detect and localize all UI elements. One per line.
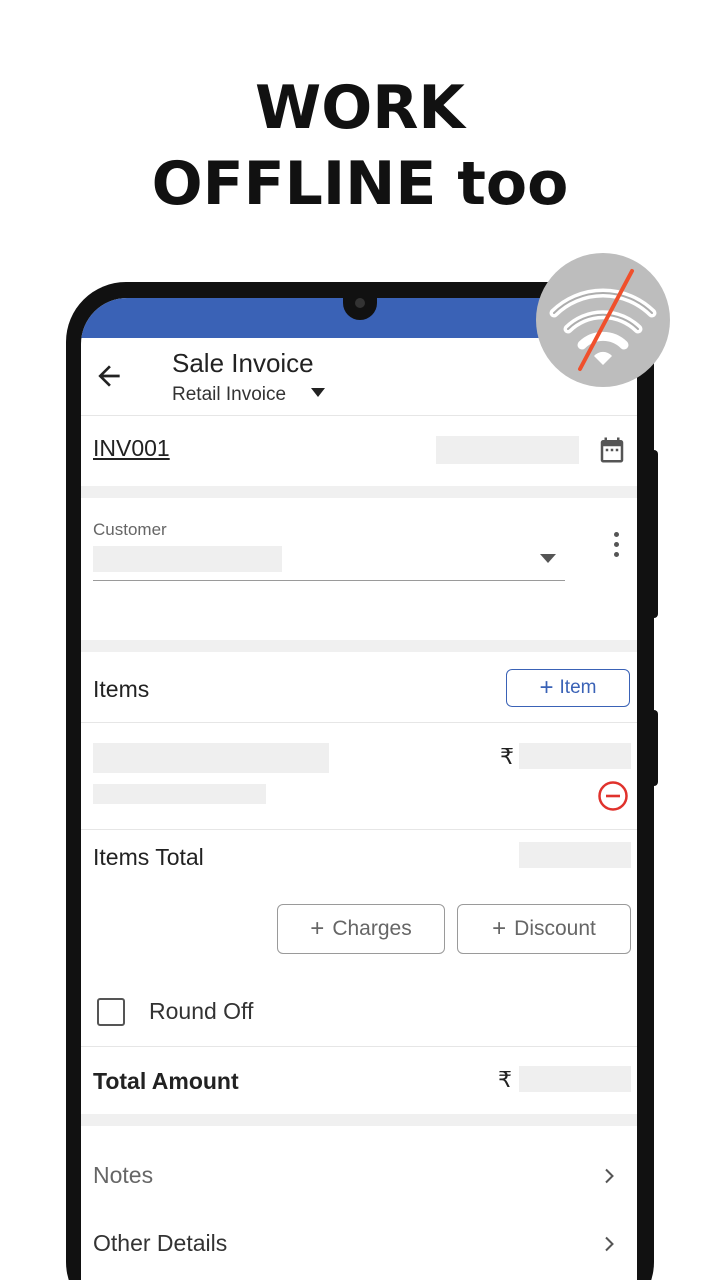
row-divider bbox=[81, 722, 637, 723]
promo-headline: WORK OFFLINE too bbox=[0, 70, 720, 222]
chevron-down-icon[interactable] bbox=[540, 554, 556, 563]
add-charges-button[interactable]: + Charges bbox=[277, 904, 445, 954]
row-divider bbox=[81, 1046, 637, 1047]
add-item-button[interactable]: + Item bbox=[506, 669, 630, 707]
add-item-label: Item bbox=[559, 677, 597, 698]
caret-down-icon[interactable] bbox=[311, 388, 325, 397]
customer-field[interactable] bbox=[93, 546, 282, 572]
round-off-label[interactable]: Round Off bbox=[149, 998, 253, 1025]
chevron-right-icon bbox=[605, 1168, 614, 1184]
notes-label: Notes bbox=[93, 1162, 154, 1188]
promo-line-2: OFFLINE too bbox=[151, 149, 569, 219]
invoice-number[interactable]: INV001 bbox=[93, 435, 170, 462]
offline-badge bbox=[536, 253, 670, 387]
customer-field-underline bbox=[93, 580, 565, 581]
row-divider bbox=[81, 829, 637, 830]
other-details-row[interactable]: Other Details bbox=[81, 1214, 637, 1274]
minus-circle-icon[interactable] bbox=[597, 780, 629, 812]
chevron-right-icon bbox=[605, 1236, 614, 1252]
invoice-date-field[interactable] bbox=[436, 436, 579, 464]
items-total-label: Items Total bbox=[93, 844, 204, 870]
calendar-icon[interactable] bbox=[597, 434, 627, 466]
promo-line-1: WORK bbox=[255, 73, 465, 143]
item-detail bbox=[93, 784, 266, 804]
item-name bbox=[93, 743, 329, 773]
other-details-label: Other Details bbox=[93, 1230, 228, 1256]
round-off-checkbox[interactable] bbox=[97, 998, 125, 1026]
total-amount-value bbox=[519, 1066, 631, 1092]
item-amount bbox=[519, 743, 631, 769]
notes-row[interactable]: Notes bbox=[81, 1146, 637, 1206]
app-screen: Sale Invoice Retail Invoice INV001 Custo… bbox=[81, 298, 637, 1280]
plus-icon: + bbox=[310, 915, 325, 942]
more-vertical-icon[interactable] bbox=[606, 532, 626, 562]
plus-icon: + bbox=[492, 915, 507, 942]
total-amount-label: Total Amount bbox=[93, 1068, 239, 1094]
section-divider bbox=[81, 640, 637, 652]
add-discount-button[interactable]: + Discount bbox=[457, 904, 631, 954]
items-heading: Items bbox=[93, 676, 150, 702]
discount-label: Discount bbox=[514, 917, 596, 940]
phone-side-button bbox=[652, 710, 658, 786]
item-currency: ₹ bbox=[500, 744, 514, 769]
arrow-left-icon[interactable] bbox=[93, 360, 125, 392]
items-total-value bbox=[519, 842, 631, 868]
phone-side-button bbox=[652, 450, 658, 618]
charges-label: Charges bbox=[332, 917, 412, 940]
total-currency: ₹ bbox=[498, 1067, 512, 1092]
plus-icon: + bbox=[539, 674, 554, 701]
invoice-number-row: INV001 bbox=[81, 416, 637, 484]
wifi-off-icon bbox=[549, 269, 657, 371]
customer-label: Customer bbox=[93, 520, 167, 539]
section-divider bbox=[81, 1114, 637, 1126]
page-title: Sale Invoice bbox=[172, 348, 314, 378]
invoice-type-selector[interactable]: Retail Invoice bbox=[172, 384, 286, 406]
section-divider bbox=[81, 486, 637, 498]
